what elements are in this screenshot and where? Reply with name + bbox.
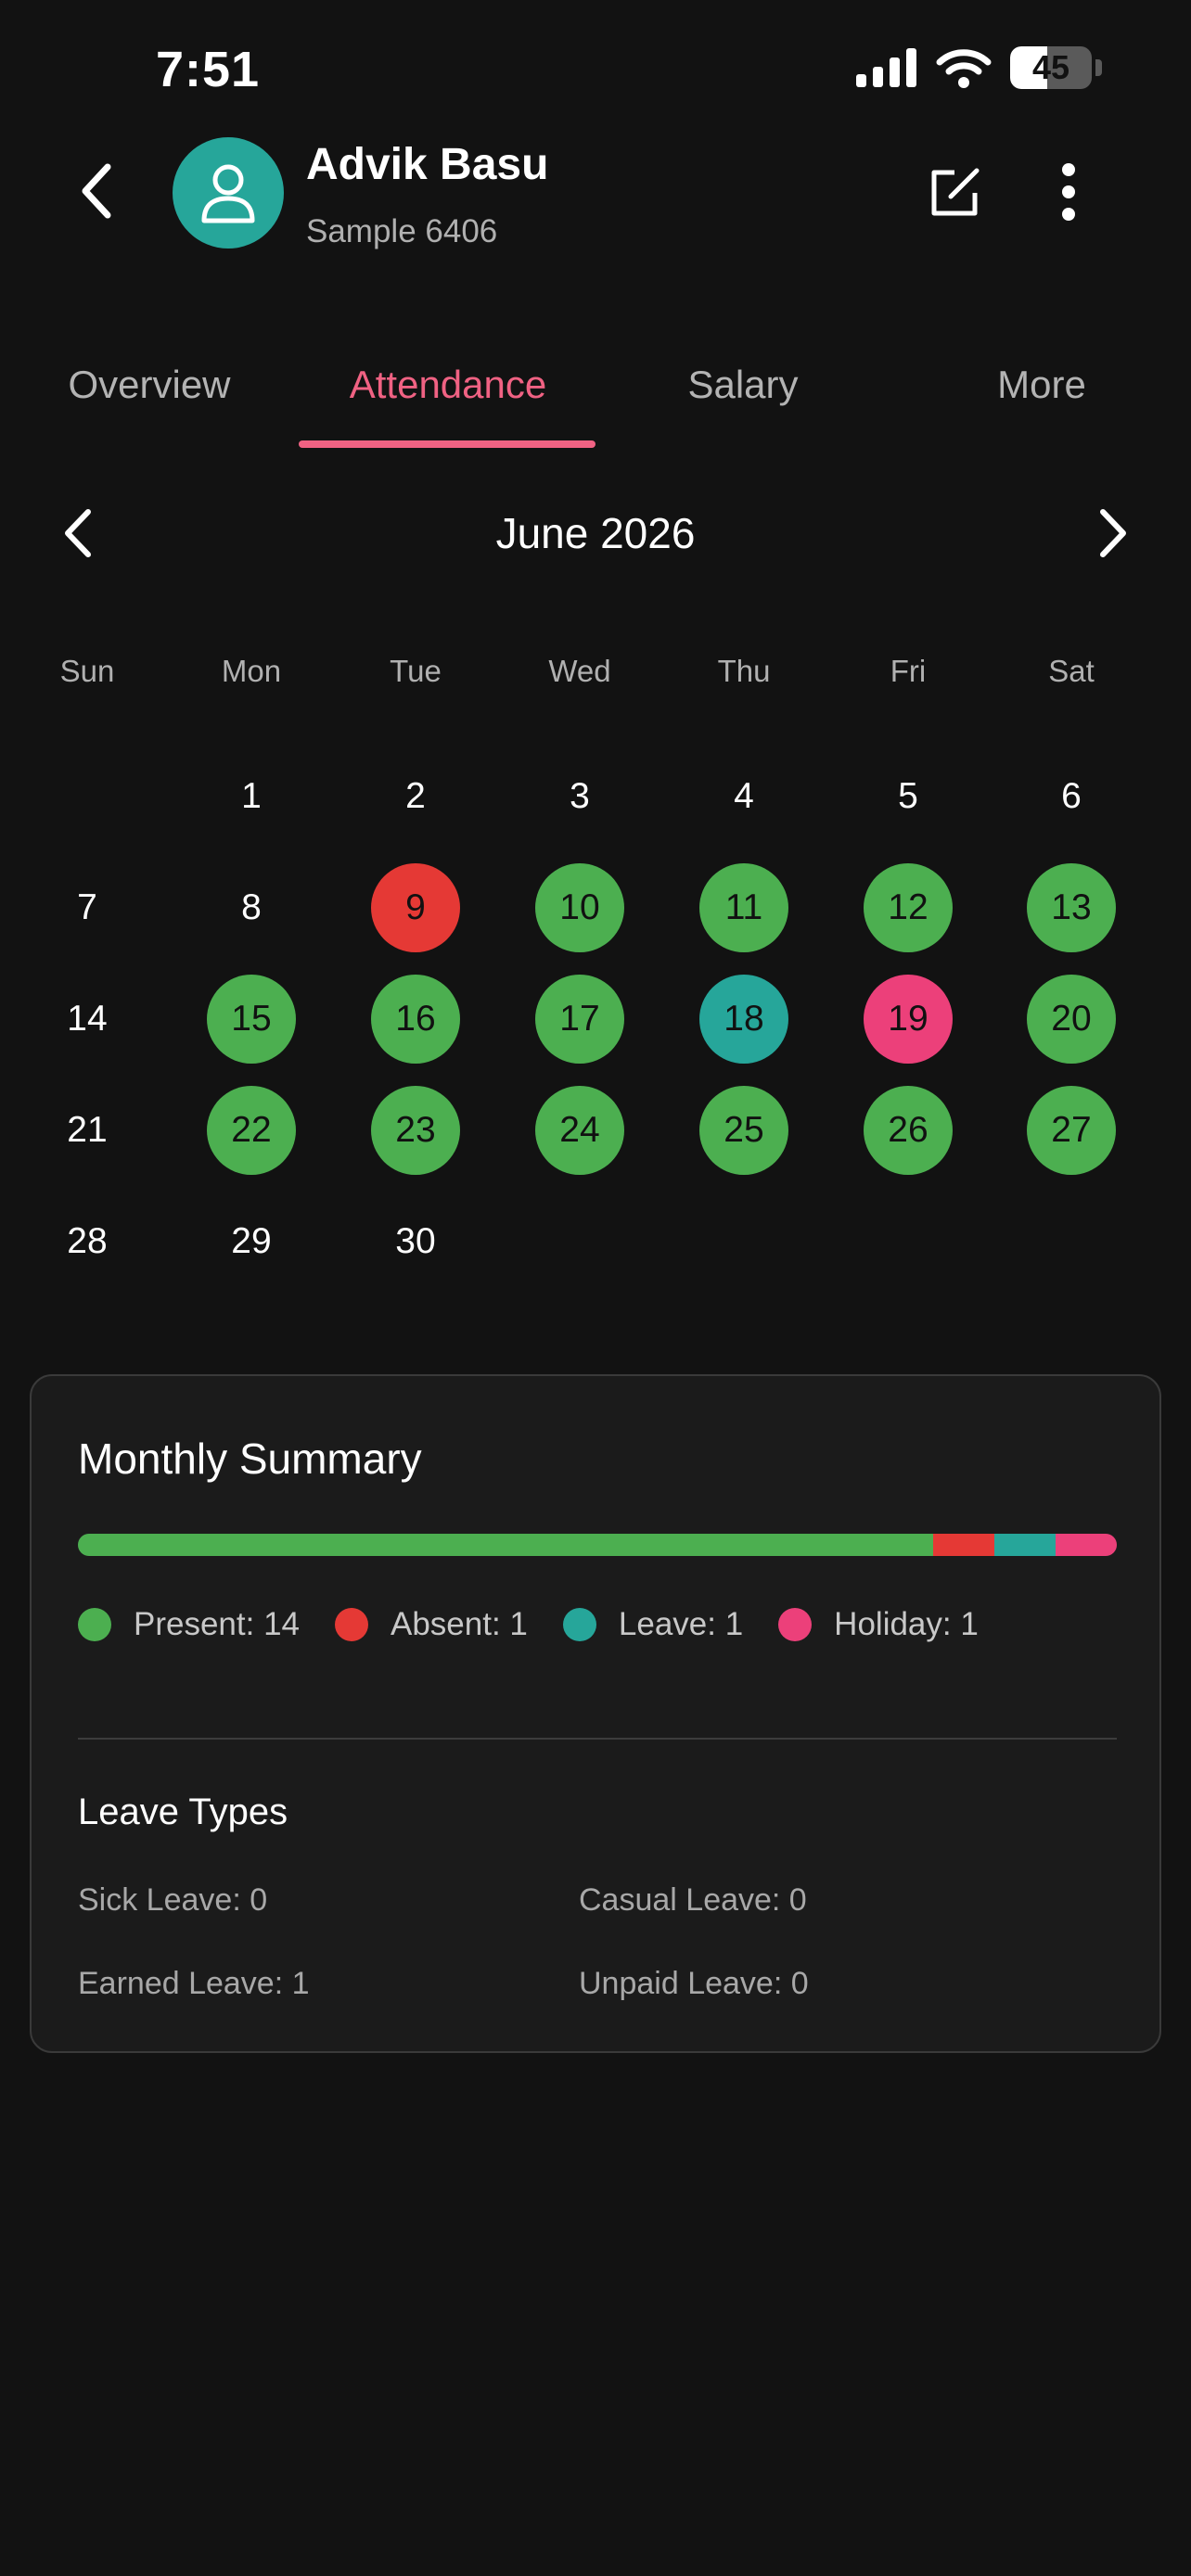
calendar-day-30[interactable]: 30	[371, 1197, 460, 1286]
legend-item-leave: Leave: 1	[562, 1606, 744, 1643]
weekday-header: Sun Mon Tue Wed Thu Fri Sat	[0, 654, 1191, 700]
calendar-day-23[interactable]: 23	[371, 1086, 460, 1175]
employee-name: Advik Basu	[306, 140, 549, 189]
calendar-day-8[interactable]: 8	[207, 863, 296, 952]
progress-segment-holiday	[1056, 1534, 1117, 1556]
calendar-day-28[interactable]: 28	[43, 1197, 132, 1286]
weekday-label: Thu	[717, 654, 771, 688]
leave-type-unpaid: Unpaid Leave: 0	[579, 1966, 809, 2001]
calendar-day-19[interactable]: 19	[864, 975, 953, 1064]
chevron-right-icon	[1100, 509, 1126, 557]
back-button[interactable]	[67, 154, 126, 228]
holiday-dot-icon	[778, 1608, 813, 1641]
calendar-day-25[interactable]: 25	[699, 1086, 788, 1175]
calendar-day-13[interactable]: 13	[1027, 863, 1116, 952]
legend-label: Leave: 1	[618, 1606, 744, 1642]
calendar-day-17[interactable]: 17	[535, 975, 624, 1064]
calendar-day-21[interactable]: 21	[43, 1086, 132, 1175]
calendar-day-15[interactable]: 15	[207, 975, 296, 1064]
chevron-left-icon	[82, 163, 111, 219]
calendar-day-6[interactable]: 6	[1027, 752, 1116, 841]
cellular-signal-icon	[856, 48, 916, 87]
active-tab-indicator	[299, 440, 596, 448]
edit-icon	[931, 168, 980, 216]
calendar-day-18[interactable]: 18	[699, 975, 788, 1064]
calendar-day-3[interactable]: 3	[535, 752, 624, 841]
weekday-label: Sun	[59, 654, 115, 688]
weekday-label: Tue	[390, 654, 442, 688]
calendar-day-22[interactable]: 22	[207, 1086, 296, 1175]
weekday-label: Wed	[548, 654, 611, 688]
leave-dot-icon	[562, 1608, 596, 1641]
legend-label: Holiday: 1	[834, 1606, 979, 1642]
tab-bar: Overview Attendance Salary More	[0, 348, 1191, 450]
calendar-day-1[interactable]: 1	[207, 752, 296, 841]
monthly-summary-card: Monthly Summary Present: 14 Absent: 1 Le…	[30, 1374, 1161, 2053]
calendar-day-27[interactable]: 27	[1027, 1086, 1116, 1175]
attendance-progress-bar	[78, 1534, 1117, 1556]
calendar-day-4[interactable]: 4	[699, 752, 788, 841]
battery-cap	[1095, 59, 1102, 76]
progress-segment-present	[78, 1534, 934, 1556]
absent-dot-icon	[335, 1608, 368, 1641]
calendar-day-12[interactable]: 12	[864, 863, 953, 952]
calendar-day-7[interactable]: 7	[43, 863, 132, 952]
present-dot-icon	[78, 1608, 111, 1641]
employee-id: Sample 6406	[306, 213, 498, 249]
legend-item-absent: Absent: 1	[335, 1606, 528, 1643]
legend-label: Present: 14	[134, 1606, 300, 1642]
calendar-day-24[interactable]: 24	[535, 1086, 624, 1175]
next-month-button[interactable]	[1085, 501, 1141, 566]
more-options-button[interactable]	[1048, 159, 1089, 224]
summary-title: Monthly Summary	[78, 1435, 422, 1483]
divider	[78, 1738, 1117, 1740]
tab-overview[interactable]: Overview	[0, 357, 299, 440]
weekday-label: Sat	[1048, 654, 1095, 688]
calendar-day-14[interactable]: 14	[43, 975, 132, 1064]
weekday-label: Mon	[221, 654, 282, 688]
calendar-day-5[interactable]: 5	[864, 752, 953, 841]
calendar-day-11[interactable]: 11	[699, 863, 788, 952]
legend-label: Absent: 1	[391, 1606, 528, 1642]
legend-item-holiday: Holiday: 1	[778, 1606, 979, 1643]
calendar-day-9[interactable]: 9	[371, 863, 460, 952]
wifi-icon	[936, 49, 992, 88]
tab-more[interactable]: More	[892, 357, 1191, 440]
leave-type-sick: Sick Leave: 0	[78, 1882, 268, 1918]
leave-type-earned: Earned Leave: 1	[78, 1966, 310, 2001]
legend-item-present: Present: 14	[78, 1606, 300, 1643]
summary-legend: Present: 14 Absent: 1 Leave: 1 Holiday: …	[78, 1606, 1014, 1643]
leave-type-casual: Casual Leave: 0	[579, 1882, 807, 1918]
month-title: June 2026	[495, 509, 696, 557]
calendar-day-10[interactable]: 10	[535, 863, 624, 952]
more-vertical-icon	[1062, 163, 1075, 221]
status-time: 7:51	[156, 42, 261, 97]
edit-button[interactable]	[923, 159, 988, 224]
battery-level-text: 45	[1031, 48, 1070, 86]
calendar-day-26[interactable]: 26	[864, 1086, 953, 1175]
calendar-day-29[interactable]: 29	[207, 1197, 296, 1286]
calendar-day-20[interactable]: 20	[1027, 975, 1116, 1064]
progress-segment-absent	[933, 1534, 995, 1556]
attendance-screen: 7:51 45 Advik Basu Sample 6406 Overview …	[0, 0, 1191, 2576]
battery-icon: 45	[1010, 46, 1092, 89]
user-icon	[201, 164, 255, 223]
calendar-day-2[interactable]: 2	[371, 752, 460, 841]
tab-salary[interactable]: Salary	[594, 357, 892, 440]
tab-attendance[interactable]: Attendance	[299, 357, 597, 440]
status-icons: 45	[856, 46, 1102, 89]
weekday-label: Fri	[890, 654, 927, 688]
leave-types-title: Leave Types	[78, 1792, 288, 1832]
avatar[interactable]	[173, 137, 284, 249]
progress-segment-leave	[994, 1534, 1057, 1556]
calendar-day-16[interactable]: 16	[371, 975, 460, 1064]
